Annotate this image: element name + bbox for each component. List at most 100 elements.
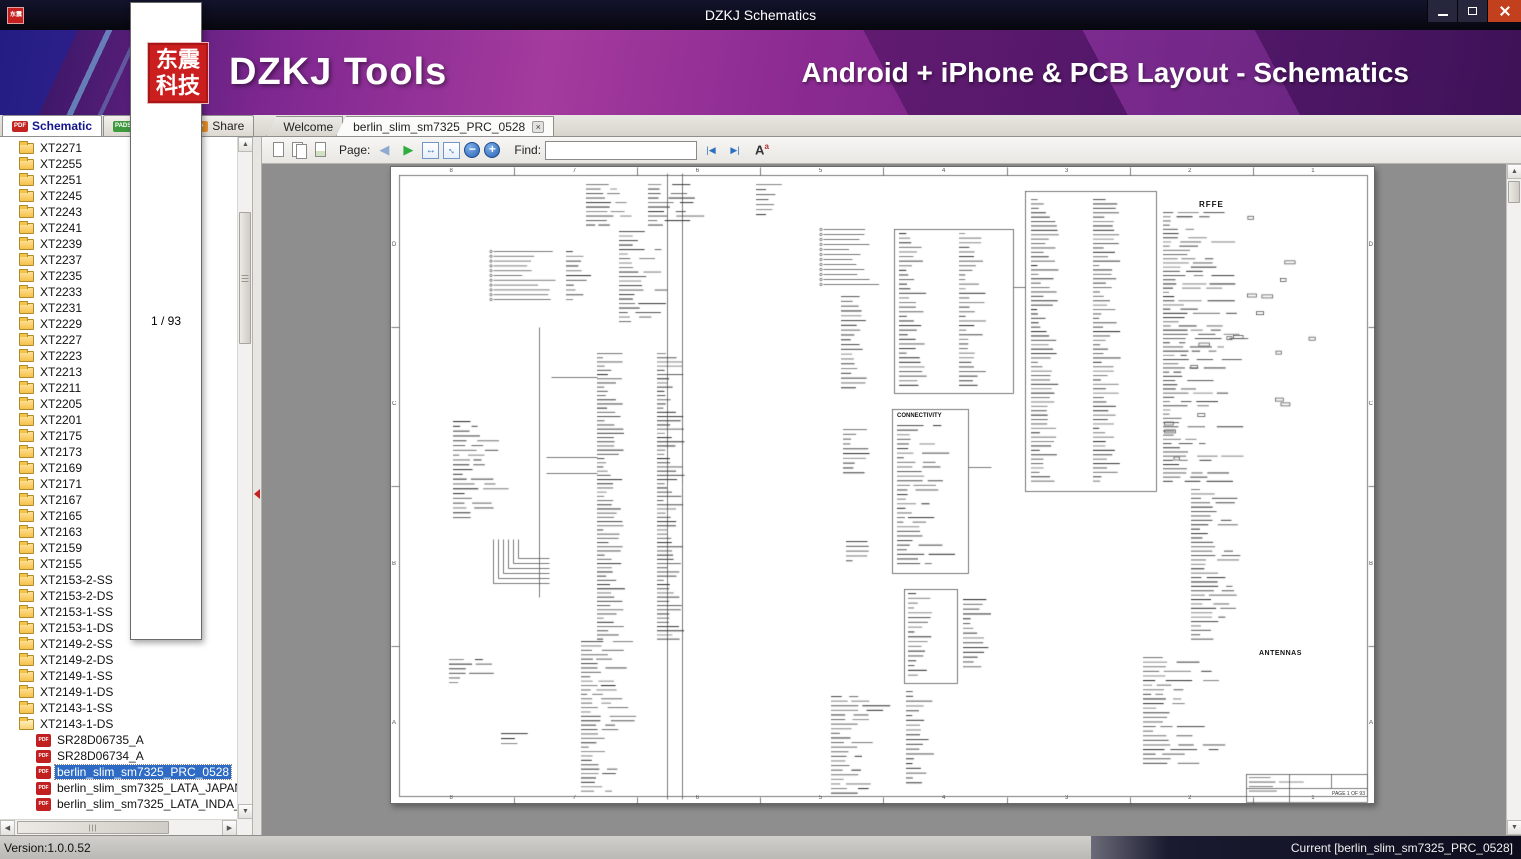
zoom-in-button[interactable]: + (484, 142, 501, 158)
doc-tab-berlin_slim_sm7325_prc_0528[interactable]: berlin_slim_sm7325_PRC_0528 × (336, 116, 555, 136)
doc-tab-welcome[interactable]: Welcome (266, 116, 344, 136)
grid-row-label: D (392, 241, 397, 248)
tree-file-berlin_slim_sm7325_LATA_INDA_05[interactable]: PDF berlin_slim_sm7325_LATA_INDA_05 (0, 796, 237, 812)
grid-col-label: 6 (695, 795, 700, 801)
tab-schematic[interactable]: PDF Schematic (2, 115, 103, 136)
tree-folder-XT2149-2-DS[interactable]: XT2149-2-DS (0, 652, 237, 668)
pdf-file-icon: PDF (36, 781, 51, 795)
folder-icon (19, 156, 34, 170)
sidebar-vertical-scrollbar[interactable]: ▲ ▼ (237, 137, 253, 819)
tree-item-label: XT2173 (40, 445, 83, 459)
tree-folder-XT2143-1-SS[interactable]: XT2143-1-SS (0, 700, 237, 716)
tree-item-label: XT2233 (40, 285, 83, 299)
sidebar-horizontal-scrollbar[interactable]: ◀ ▶ (0, 819, 237, 836)
sidebar-vscroll-track[interactable] (238, 152, 252, 804)
fit-page-button[interactable]: ↔ (443, 141, 461, 159)
minimize-icon (1437, 13, 1448, 16)
tab-label: Share (212, 119, 245, 133)
fit-width-button[interactable]: ↔ (422, 141, 440, 159)
viewer-vertical-scrollbar[interactable]: ▲ ▼ (1506, 164, 1521, 835)
folder-icon (19, 396, 34, 410)
minimize-button[interactable] (1427, 0, 1457, 22)
tree-folder-XT2143-1-DS[interactable]: XT2143-1-DS (0, 716, 237, 732)
viewer-scroll-down-icon[interactable]: ▼ (1507, 820, 1521, 835)
continuous-view-icon[interactable] (312, 141, 329, 159)
tree-item-label: XT2245 (40, 189, 83, 203)
scroll-down-icon[interactable]: ▼ (238, 804, 253, 819)
sidebar-hscroll-track[interactable] (15, 820, 222, 835)
window-controls (1427, 0, 1521, 22)
viewer-vscroll-thumb[interactable] (1508, 181, 1520, 203)
folder-icon (19, 364, 34, 378)
tree-item-label: XT2237 (40, 253, 83, 267)
titlebar: 东震 DZKJ Schematics (0, 0, 1521, 30)
grid-row-label: B (392, 560, 397, 567)
folder-icon (19, 220, 34, 234)
version-label: Version:1.0.0.52 (4, 840, 91, 855)
next-page-button[interactable]: ▶ (398, 142, 418, 158)
grid-col-label: 1 (1311, 168, 1315, 174)
viewer-scroll-up-icon[interactable]: ▲ (1507, 164, 1521, 179)
tree-file-SR28D06734_A[interactable]: PDF SR28D06734_A (0, 748, 237, 764)
viewer-vscroll-track[interactable] (1507, 179, 1521, 820)
grid-col-label: 7 (572, 795, 576, 801)
collapse-sidebar-arrow[interactable] (254, 489, 260, 499)
tree-item-label: XT2149-1-SS (40, 669, 113, 683)
sidebar: XT2271 XT2255 XT2251 XT2245 XT2243 XT2241 XT22… (0, 137, 253, 836)
font-size-icon[interactable]: Aa (755, 142, 769, 157)
folder-icon (19, 300, 34, 314)
find-input[interactable] (545, 140, 698, 160)
grid-col-label: 1 (1311, 795, 1315, 801)
maximize-button[interactable] (1457, 0, 1487, 22)
tree-item-label: XT2201 (40, 413, 83, 427)
schematic-page: RFFE CONNECTIVITY ANTENNAS PAGE 1 OF 93 … (390, 166, 1376, 805)
mode-tabs: PDFSchematicPADSLayout↗Share (2, 115, 255, 136)
folder-icon (19, 204, 34, 218)
tree-item-label: SR28D06735_A (57, 733, 144, 747)
folder-icon (19, 460, 34, 474)
tree-file-SR28D06735_A[interactable]: PDF SR28D06735_A (0, 732, 237, 748)
folder-icon (19, 428, 34, 442)
close-button[interactable] (1487, 0, 1521, 22)
tree-item-label: XT2255 (40, 157, 83, 171)
tree-folder-XT2149-1-SS[interactable]: XT2149-1-SS (0, 668, 237, 684)
folder-icon (19, 284, 34, 298)
grid-row-label: C (392, 401, 397, 408)
folder-icon (19, 476, 34, 490)
find-previous-icon[interactable]: |◀ (701, 145, 721, 156)
tree-item-label: XT2241 (40, 221, 83, 235)
pdf-icon: PDF (12, 120, 28, 132)
status-bar: Version:1.0.0.52 Current [berlin_slim_sm… (0, 835, 1521, 859)
grid-row-label: A (1368, 720, 1373, 727)
sidebar-hscroll-thumb[interactable] (17, 821, 169, 834)
previous-page-button[interactable]: ◀ (374, 142, 394, 158)
single-page-icon[interactable] (270, 141, 287, 159)
find-next-icon[interactable]: ▶| (725, 145, 745, 156)
page-label: Page: (339, 143, 371, 157)
tree-item-label: berlin_slim_sm7325_PRC_0528 (53, 764, 233, 780)
tree-file-berlin_slim_sm7325_LATA_JAPAN_0[interactable]: PDF berlin_slim_sm7325_LATA_JAPAN_0 (0, 780, 237, 796)
folder-icon (19, 652, 34, 666)
close-tab-icon[interactable]: × (532, 120, 545, 133)
folder-icon (19, 700, 34, 714)
scroll-left-icon[interactable]: ◀ (0, 820, 15, 836)
tree-item-label: XT2171 (40, 477, 83, 491)
tree-item-label: XT2153-2-SS (40, 573, 113, 587)
tree-item-label: berlin_slim_sm7325_LATA_JAPAN_0 (57, 781, 237, 795)
find-label: Find: (514, 143, 542, 157)
scroll-up-icon[interactable]: ▲ (238, 137, 253, 152)
tree-item-label: XT2153-1-DS (40, 621, 114, 635)
facing-pages-icon[interactable] (291, 141, 308, 159)
tree-folder-XT2149-1-DS[interactable]: XT2149-1-DS (0, 684, 237, 700)
schematic-canvas (391, 167, 1376, 805)
folder-icon (19, 524, 34, 538)
tree-item-label: XT2239 (40, 237, 83, 251)
sidebar-vscroll-thumb[interactable] (239, 212, 251, 344)
sidebar-splitter[interactable] (252, 137, 262, 835)
tree-item-label: XT2149-1-DS (40, 685, 114, 699)
tree-item-label: XT2231 (40, 301, 83, 315)
grid-col-label: 8 (449, 795, 453, 801)
tree-file-berlin_slim_sm7325_PRC_0528[interactable]: PDF berlin_slim_sm7325_PRC_0528 (0, 764, 237, 780)
zoom-out-button[interactable]: − (464, 142, 481, 158)
scroll-right-icon[interactable]: ▶ (222, 820, 237, 836)
